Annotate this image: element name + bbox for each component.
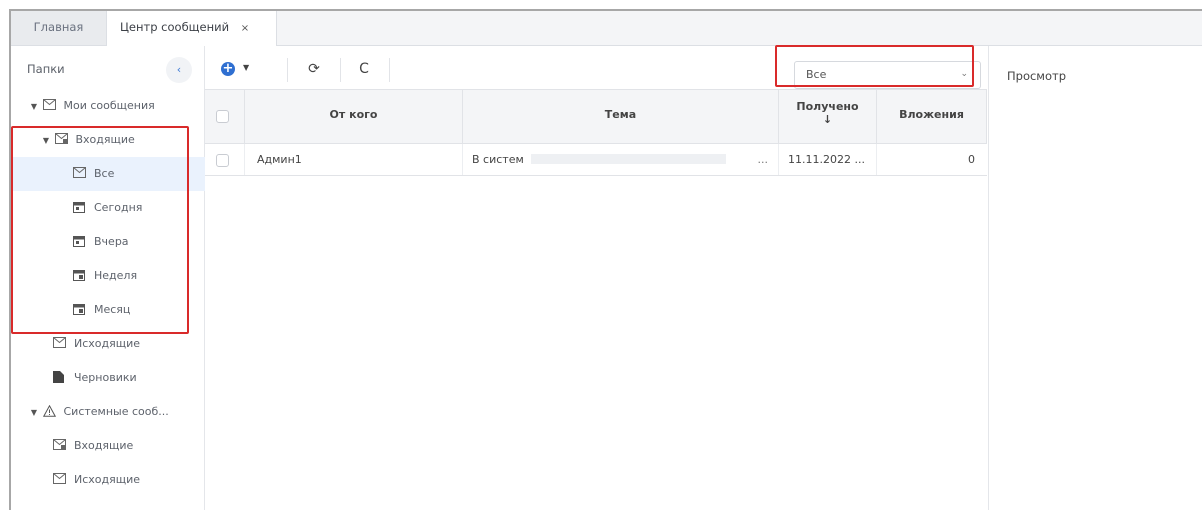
outbox-icon bbox=[53, 473, 67, 485]
tab-message-center[interactable]: Центр сообщений × bbox=[107, 11, 277, 46]
chevron-down-icon[interactable]: ▼ bbox=[29, 396, 39, 430]
add-icon[interactable]: + bbox=[221, 62, 235, 76]
column-from-label: От кого bbox=[329, 108, 378, 121]
tree-node-label: Исходящие bbox=[74, 337, 141, 350]
select-all-column bbox=[205, 90, 245, 144]
tab-message-center-label: Центр сообщений bbox=[120, 20, 230, 34]
sync-icon[interactable]: ⟳ bbox=[305, 60, 323, 78]
attachments-cell: 0 bbox=[968, 153, 975, 166]
mail-icon bbox=[42, 99, 57, 111]
tree-node-label: Системные сооб... bbox=[63, 405, 169, 418]
highlight-filter-select bbox=[775, 45, 974, 87]
column-received[interactable]: Получено ↓ bbox=[779, 90, 877, 144]
chevron-down-icon[interactable]: ▼ bbox=[29, 90, 39, 124]
tree-node-system-inbox[interactable]: Входящие bbox=[11, 429, 205, 463]
tree-node-my-messages[interactable]: ▼ Мои сообщения bbox=[11, 89, 205, 123]
sidebar-title: Папки bbox=[27, 62, 65, 76]
tab-home-label: Главная bbox=[33, 20, 84, 34]
tab-bar: Главная Центр сообщений × bbox=[11, 11, 1202, 46]
column-subject[interactable]: Тема bbox=[463, 90, 779, 144]
tree-node-system-outbox[interactable]: Исходящие bbox=[11, 463, 205, 497]
column-attachments[interactable]: Вложения bbox=[877, 90, 987, 144]
subject-cell: В систем ... bbox=[463, 144, 779, 175]
subject-text: В систем bbox=[472, 153, 524, 166]
received-cell: 11.11.2022 ... bbox=[779, 144, 877, 175]
collapse-sidebar-button[interactable]: ‹ bbox=[166, 57, 192, 83]
highlight-inbox-folders bbox=[11, 126, 189, 334]
refresh-icon[interactable]: C bbox=[355, 60, 373, 78]
grid-header: От кого Тема Получено ↓ Вложения bbox=[205, 89, 987, 144]
column-subject-label: Тема bbox=[604, 108, 637, 121]
tree-node-label: Исходящие bbox=[74, 473, 141, 486]
warning-icon bbox=[42, 405, 57, 417]
from-cell: Админ1 bbox=[245, 144, 463, 175]
truncation-ellipsis: ... bbox=[757, 153, 769, 166]
row-select-cell bbox=[205, 144, 245, 175]
redacted-text-block bbox=[531, 154, 727, 164]
outbox-icon bbox=[53, 337, 67, 349]
row-checkbox[interactable] bbox=[216, 154, 229, 167]
close-icon[interactable]: × bbox=[241, 23, 249, 34]
preview-pane: Просмотр bbox=[988, 46, 1202, 510]
tree-node-label: Черновики bbox=[74, 371, 137, 384]
tree-node-label: Входящие bbox=[74, 439, 134, 452]
table-row[interactable]: Админ1 В систем ... 11.11.2022 ... 0 bbox=[205, 144, 987, 176]
toolbar-divider bbox=[340, 58, 341, 82]
tree-node-label: Мои сообщения bbox=[63, 99, 155, 112]
inbox-icon bbox=[53, 439, 67, 451]
toolbar-divider bbox=[389, 58, 390, 82]
column-attachments-label: Вложения bbox=[899, 108, 964, 121]
sidebar-header: Папки ‹ bbox=[11, 46, 205, 89]
column-from[interactable]: От кого bbox=[245, 90, 463, 144]
toolbar-divider bbox=[287, 58, 288, 82]
tree-node-system-messages[interactable]: ▼ Системные сооб... bbox=[11, 395, 205, 429]
add-dropdown-icon[interactable]: ▼ bbox=[243, 63, 249, 72]
select-all-checkbox[interactable] bbox=[216, 110, 229, 123]
tab-home[interactable]: Главная bbox=[11, 11, 107, 45]
column-received-label: Получено bbox=[796, 100, 859, 113]
preview-title: Просмотр bbox=[1007, 69, 1067, 83]
document-icon bbox=[53, 371, 67, 383]
messages-grid: От кого Тема Получено ↓ Вложения Админ1 … bbox=[205, 89, 987, 510]
sort-arrow-icon: ↓ bbox=[822, 113, 833, 126]
tree-node-drafts[interactable]: Черновики bbox=[11, 361, 205, 395]
